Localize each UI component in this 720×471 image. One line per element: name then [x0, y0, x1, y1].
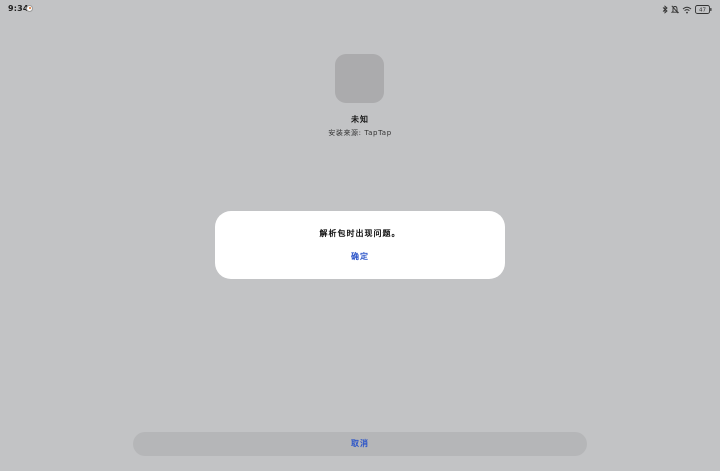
- app-icon-placeholder: [335, 54, 384, 103]
- bluetooth-icon: [662, 5, 668, 14]
- dialog-message: 解析包时出现问题。: [319, 229, 401, 238]
- battery-level: 47: [699, 8, 706, 14]
- cancel-button[interactable]: 取消: [133, 432, 587, 456]
- battery-icon: 47: [695, 5, 712, 14]
- status-icons: 47: [662, 4, 712, 15]
- status-bar: 9:34 47: [0, 0, 720, 20]
- install-source: 安装来源: TapTap: [328, 129, 392, 137]
- error-dialog: 解析包时出现问题。 确定: [215, 211, 505, 279]
- confirm-button[interactable]: 确定: [330, 249, 390, 265]
- wifi-icon: [682, 6, 692, 14]
- mute-icon: [671, 5, 679, 14]
- app-name: 未知: [351, 115, 369, 124]
- app-notification-icon: [26, 5, 33, 12]
